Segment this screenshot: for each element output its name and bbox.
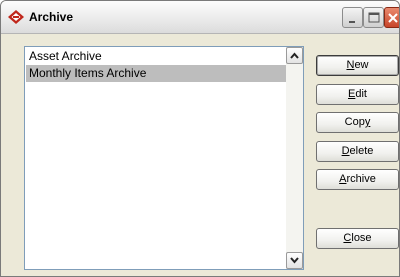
copy-button[interactable]: Copy (316, 112, 399, 133)
window-title: Archive (29, 10, 74, 24)
delete-button[interactable]: Delete (316, 141, 399, 162)
scroll-down-button[interactable] (286, 252, 303, 269)
chevron-down-icon (290, 257, 299, 264)
new-button-label: ew (354, 59, 369, 71)
delete-button-label: elete (349, 145, 374, 157)
archive-list[interactable]: Asset Archive Monthly Items Archive (24, 46, 304, 270)
minimize-button[interactable] (342, 7, 363, 28)
list-item-label: Monthly Items Archive (29, 66, 147, 80)
edit-button[interactable]: Edit (316, 84, 399, 105)
close-button[interactable]: Close (316, 228, 399, 249)
maximize-button[interactable] (363, 7, 384, 28)
archive-button[interactable]: Archive (316, 169, 399, 190)
archive-button-access-key: A (339, 173, 347, 185)
delete-button-access-key: D (341, 145, 350, 157)
scroll-up-button[interactable] (286, 47, 303, 64)
archive-button-label: rchive (346, 173, 376, 185)
chevron-up-icon (290, 52, 299, 59)
archive-window: Archive Asset Archive Monthly Items Arch… (0, 0, 400, 277)
copy-button-access-key: y (364, 116, 371, 128)
list-item-asset-archive[interactable]: Asset Archive (26, 48, 286, 65)
copy-button-label: Cop (344, 116, 365, 128)
close-window-button[interactable] (384, 7, 399, 28)
maximize-icon (368, 12, 380, 23)
title-bar[interactable]: Archive (1, 1, 399, 34)
red-diamond-icon (8, 10, 24, 24)
close-button-label: lose (351, 232, 372, 244)
minimize-icon (349, 21, 355, 23)
vertical-scrollbar[interactable] (286, 47, 303, 269)
new-button[interactable]: New (316, 55, 399, 76)
list-item-monthly-items-archive[interactable]: Monthly Items Archive (26, 65, 286, 82)
close-icon (388, 13, 398, 23)
edit-button-label: dit (355, 88, 367, 100)
list-item-label: Asset Archive (29, 49, 102, 63)
